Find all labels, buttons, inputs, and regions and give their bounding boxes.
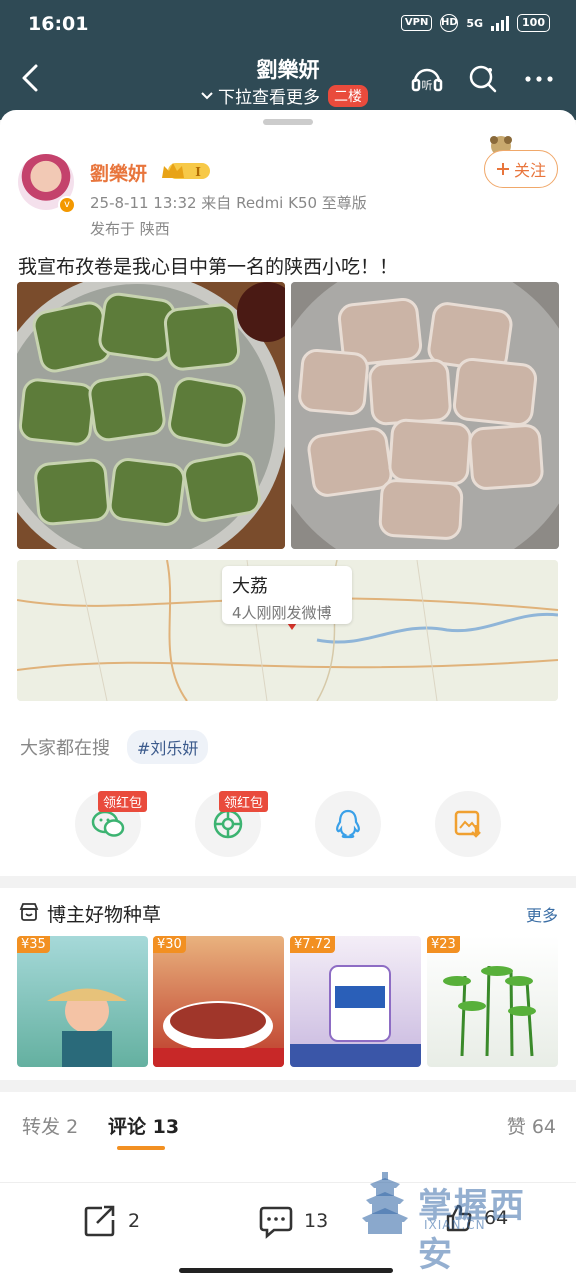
listen-icon[interactable]: 听: [410, 62, 444, 96]
tab-like[interactable]: 赞 64: [507, 1112, 556, 1139]
save-image-button[interactable]: [435, 791, 501, 857]
follow-button[interactable]: 关注: [484, 150, 558, 188]
product-card[interactable]: ¥7.72: [290, 936, 421, 1067]
verified-icon: v: [58, 196, 76, 214]
post-meta: 25-8-11 13:32 来自 Redmi K50 至尊版: [90, 194, 367, 212]
chevron-down-icon: [201, 91, 213, 99]
red-packet-tag: 领红包: [219, 791, 269, 812]
svg-text:听: 听: [422, 79, 433, 92]
follow-label: 关注: [513, 161, 546, 180]
like-count: 64: [484, 1207, 509, 1229]
hd-icon: HD: [440, 14, 459, 32]
status-icons: VPN HD 5G 100: [400, 14, 550, 32]
second-floor-badge: 二楼: [328, 84, 368, 107]
tab-repost-count: 2: [66, 1116, 79, 1138]
status-bar: 16:01 VPN HD 5G 100: [0, 0, 576, 48]
product-price: ¥30: [153, 936, 186, 953]
username[interactable]: 劉樂妍: [90, 159, 147, 186]
tab-comment-label: 评论: [108, 1116, 147, 1138]
search-icon[interactable]: [466, 62, 500, 96]
goods-more-link[interactable]: 更多: [526, 902, 558, 926]
goods-section-title: 博主好物种草: [47, 904, 162, 926]
tab-repost-label: 转发: [22, 1116, 61, 1138]
save-image-icon: [454, 810, 481, 838]
map-place-name: 大荔: [232, 576, 268, 597]
post-sheet: v 劉樂妍 I 25-8-11 13:32 来自 Redmi K50 至尊版 发…: [0, 110, 576, 1280]
map-location-card[interactable]: 大荔 4人刚刚发微博: [222, 566, 352, 624]
home-indicator[interactable]: [179, 1268, 393, 1273]
repost-icon: [84, 1205, 115, 1237]
qq-icon: [336, 809, 360, 839]
bottom-action-bar: 2 13 64: [0, 1182, 576, 1280]
nav-actions: 听: [410, 62, 556, 96]
moments-icon: [213, 809, 243, 839]
wechat-icon: [91, 810, 125, 837]
post-location: 发布于 陕西: [90, 220, 170, 238]
hot-search-label: 大家都在搜: [20, 738, 110, 759]
tab-like-label: 赞: [506, 1116, 526, 1138]
vip-crown-icon[interactable]: I: [160, 160, 212, 182]
battery-icon: 100: [517, 14, 550, 32]
post-image[interactable]: [291, 282, 559, 549]
thumbs-up-icon: [446, 1204, 472, 1232]
signal-icon: [491, 15, 510, 31]
active-tab-indicator: [117, 1146, 165, 1150]
svg-text:I: I: [195, 165, 201, 179]
more-icon[interactable]: [522, 62, 556, 96]
map-place-sub: 4人刚刚发微博: [232, 604, 332, 622]
tab-comment[interactable]: 评论 13: [108, 1112, 179, 1139]
nav-bar: 劉樂妍 下拉查看更多 二楼 听: [0, 48, 576, 110]
hot-search-tag[interactable]: #刘乐妍: [127, 730, 209, 764]
section-divider: [0, 1080, 576, 1092]
sheet-handle[interactable]: [263, 119, 313, 125]
interaction-tabs: 转发 2 评论 13 赞 64: [0, 1100, 576, 1160]
repost-count: 2: [128, 1210, 141, 1232]
shop-icon: [19, 903, 39, 921]
top-bar: 16:01 VPN HD 5G 100 劉樂妍 下拉查看更多 二楼 听: [0, 0, 576, 120]
product-price: ¥23: [427, 936, 460, 953]
tab-comment-count: 13: [152, 1116, 180, 1138]
tab-like-count: 64: [531, 1116, 556, 1138]
post-text: 我宣布孜卷是我心目中第一名的陕西小吃！！: [18, 256, 399, 278]
post-image[interactable]: [17, 282, 285, 549]
comment-count: 13: [304, 1210, 329, 1232]
product-price: ¥7.72: [290, 936, 336, 953]
pull-down-label: 下拉查看更多: [218, 88, 320, 108]
product-card[interactable]: ¥35: [17, 936, 148, 1067]
tab-repost[interactable]: 转发 2: [22, 1112, 78, 1139]
product-card[interactable]: ¥23: [427, 936, 558, 1067]
section-divider: [0, 876, 576, 888]
status-time: 16:01: [28, 13, 89, 35]
plus-icon: [496, 163, 509, 175]
red-packet-tag: 领红包: [98, 791, 148, 812]
vpn-icon: VPN: [400, 15, 433, 31]
like-button[interactable]: 64: [444, 1203, 508, 1233]
product-card[interactable]: ¥30: [153, 936, 284, 1067]
comment-button[interactable]: 13: [258, 1203, 328, 1239]
comment-icon: [259, 1206, 293, 1239]
share-qq-button[interactable]: [315, 791, 381, 857]
pull-down-hint[interactable]: 下拉查看更多 二楼: [200, 83, 368, 108]
network-label: 5G: [466, 16, 484, 30]
product-price: ¥35: [17, 936, 50, 953]
repost-button[interactable]: 2: [82, 1203, 140, 1239]
